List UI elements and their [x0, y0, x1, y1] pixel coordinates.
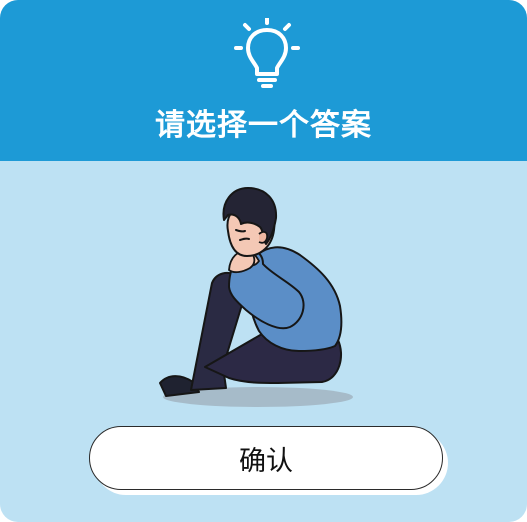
lightbulb-icon — [234, 18, 300, 88]
dialog-header: 请选择一个答案 — [0, 0, 527, 161]
dialog-title: 请选择一个答案 — [155, 108, 372, 143]
confirm-button[interactable]: 确认 — [89, 426, 443, 490]
answer-dialog: 请选择一个答案 确认 — [0, 0, 527, 522]
sad-person-sitting-illustration — [159, 187, 353, 407]
